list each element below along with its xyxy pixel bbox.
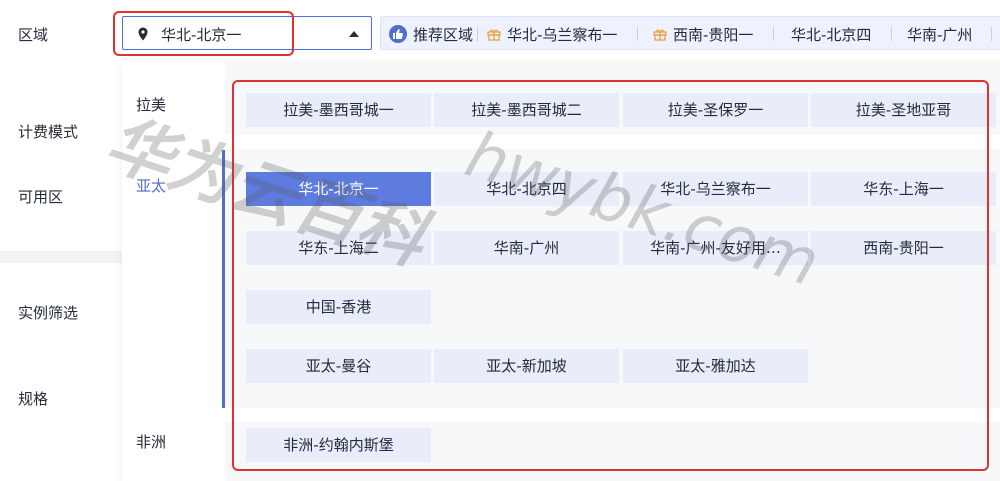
label-spec: 规格 — [18, 390, 49, 408]
region-option[interactable]: 亚太-雅加达 — [623, 349, 808, 383]
separator — [477, 27, 478, 41]
location-pin-icon — [138, 27, 148, 41]
region-option[interactable]: 亚太-新加坡 — [434, 349, 619, 383]
group-gap — [225, 408, 1000, 422]
region-option[interactable]: 西南-贵阳一 — [811, 231, 996, 265]
recommended-item-label: 西南-贵阳一 — [673, 26, 754, 44]
thumbs-up-icon — [389, 25, 407, 43]
region-option[interactable]: 华南-广州-友好用… — [623, 231, 808, 265]
region-option[interactable]: 中国-香港 — [246, 290, 431, 324]
recommended-item-label: 华北-乌兰察布一 — [507, 26, 618, 44]
label-region: 区域 — [18, 26, 49, 44]
region-option[interactable]: 拉美-圣保罗一 — [623, 93, 808, 127]
region-option[interactable]: 拉美-墨西哥城二 — [434, 93, 619, 127]
separator — [637, 27, 638, 41]
section-divider — [0, 251, 122, 263]
recommended-title: 推荐区域 — [413, 26, 474, 44]
separator — [773, 27, 774, 41]
separator — [991, 27, 992, 41]
recommended-item-wulanchabu[interactable]: 华北-乌兰察布一 — [487, 24, 617, 45]
region-option[interactable]: 非洲-约翰内斯堡 — [246, 428, 431, 462]
category-list: 拉美 亚太 非洲 — [122, 62, 222, 481]
label-billing-mode: 计费模式 — [18, 123, 79, 141]
caret-up-icon — [349, 31, 359, 37]
group-gap — [225, 135, 1000, 149]
region-select[interactable]: 华北-北京一 — [122, 16, 372, 50]
region-dropdown-panel: 拉美 亚太 非洲 拉美-墨西哥城一 拉美-墨西哥城二 拉美-圣保罗一 拉美-圣地… — [122, 62, 1000, 481]
separator — [891, 27, 892, 41]
category-latam[interactable]: 拉美 — [136, 94, 166, 115]
recommended-item-guangzhou[interactable]: 华南-广州 — [907, 24, 972, 45]
region-option[interactable]: 华东-上海二 — [246, 231, 431, 265]
region-option[interactable]: 华北-北京四 — [434, 172, 619, 206]
category-apac[interactable]: 亚太 — [136, 175, 166, 196]
recommended-regions-bar: 推荐区域 华北-乌兰察布一 西南-贵阳一 华北-北京四 华南-广州 — [380, 16, 1000, 50]
label-availability-zone: 可用区 — [18, 188, 64, 206]
region-option[interactable]: 拉美-圣地亚哥 — [811, 93, 996, 127]
region-option[interactable]: 华北-乌兰察布一 — [623, 172, 808, 206]
gift-icon — [653, 29, 667, 41]
category-africa[interactable]: 非洲 — [136, 431, 166, 452]
label-instance-filter: 实例筛选 — [18, 304, 79, 322]
region-select-value: 华北-北京一 — [161, 26, 242, 44]
recommended-item-guiyang[interactable]: 西南-贵阳一 — [653, 24, 753, 45]
region-option[interactable]: 华东-上海一 — [811, 172, 996, 206]
region-option[interactable]: 亚太-曼谷 — [246, 349, 431, 383]
region-option[interactable]: 拉美-墨西哥城一 — [246, 93, 431, 127]
region-option-selected[interactable]: 华北-北京一 — [246, 172, 431, 206]
gift-icon — [487, 29, 501, 41]
region-option[interactable]: 华南-广州 — [434, 231, 619, 265]
recommended-item-beijing4[interactable]: 华北-北京四 — [791, 24, 871, 45]
